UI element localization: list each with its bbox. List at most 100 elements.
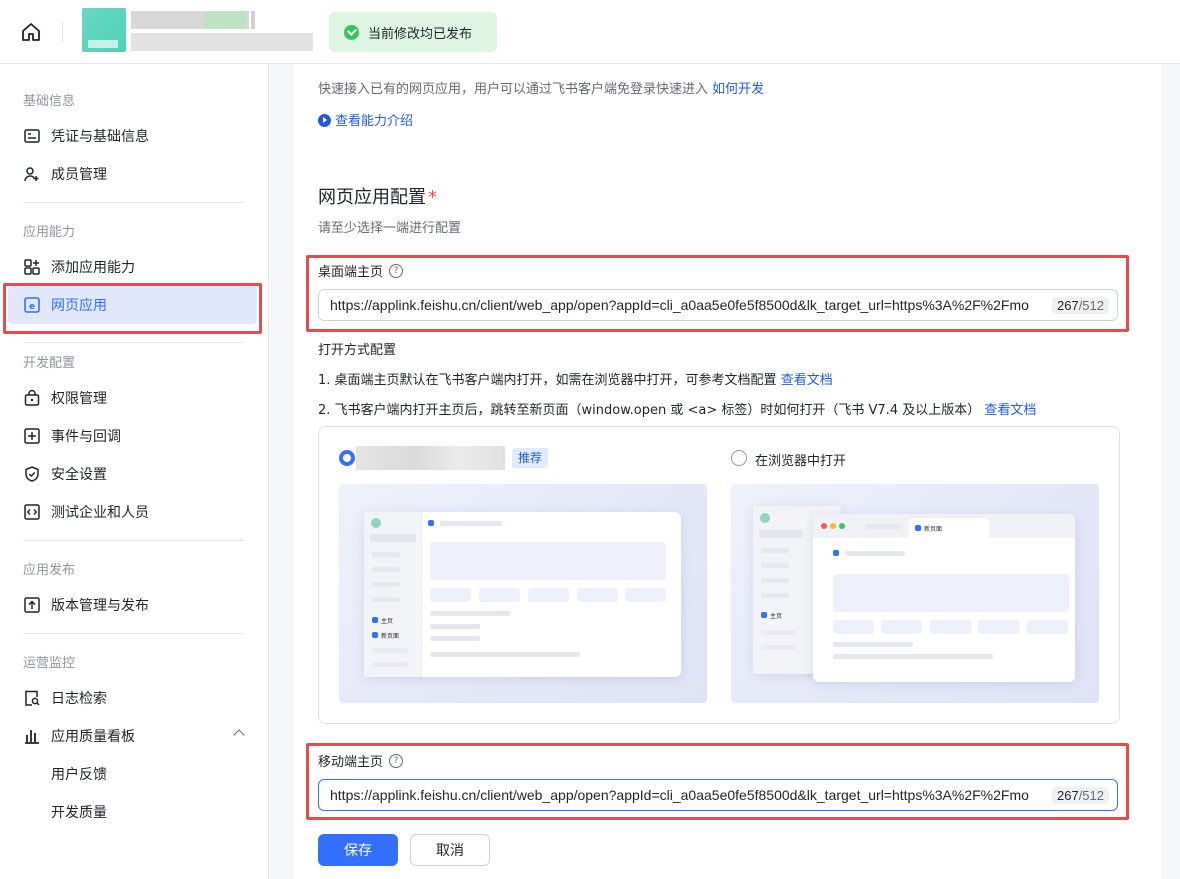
preview-search: [370, 534, 416, 542]
preview-bar: [430, 624, 480, 629]
sidebar-item-permissions[interactable]: 权限管理: [8, 379, 257, 417]
shield-icon: [25, 466, 39, 482]
cancel-button[interactable]: 取消: [410, 834, 490, 866]
preview-bar: [761, 578, 789, 583]
char-counter: 267/512: [1051, 786, 1109, 804]
sidebar-item-label: 事件与回调: [51, 429, 121, 445]
toast-text: 当前修改均已发布: [368, 26, 473, 42]
mobile-home-label: 移动端主页 ?: [318, 751, 404, 770]
check-circle-icon: [344, 24, 359, 40]
view-docs-link[interactable]: 查看文档: [984, 403, 1036, 418]
preview-block: [1027, 620, 1068, 634]
sidebar-item-label: 开发质量: [51, 805, 107, 821]
open-mode-line1: 1. 桌面端主页默认在飞书客户端内打开，如需在浏览器中打开，可参考文档配置 查看…: [318, 369, 833, 388]
sidebar-item-log-search[interactable]: 日志检索: [8, 679, 257, 717]
preview-bar: [372, 662, 408, 667]
preview-bar: [833, 642, 913, 647]
view-docs-link[interactable]: 查看文档: [781, 373, 833, 388]
preview-block: [881, 620, 922, 634]
preview-block: [577, 588, 618, 602]
desktop-home-url-input[interactable]: https://applink.feishu.cn/client/web_app…: [318, 289, 1118, 321]
mobile-home-url-input[interactable]: https://applink.feishu.cn/client/web_app…: [318, 779, 1118, 811]
intro-text: 快速接入已有的网页应用，用户可以通过飞书客户端免登录快速进入 如何开发: [318, 78, 764, 97]
preview-block: [833, 620, 874, 634]
log-search-icon: [25, 690, 40, 706]
app-name-redacted-part: [204, 11, 246, 29]
divider: [23, 633, 244, 634]
mobile-home-label-text: 移动端主页: [318, 755, 384, 770]
desktop-home-label: 桌面端主页 ?: [318, 261, 404, 280]
app-logo: [82, 8, 126, 52]
divider: [23, 342, 244, 343]
preview-block: [430, 542, 666, 580]
radio-open-in-browser[interactable]: [731, 450, 747, 466]
preview-bar: [430, 611, 510, 616]
mobile-home-url-value: https://applink.feishu.cn/client/web_app…: [330, 787, 1029, 803]
divider: [23, 202, 244, 203]
chevron-up-icon[interactable]: [233, 729, 245, 741]
preview-bar: [372, 648, 408, 653]
sidebar-item-label: 网页应用: [51, 298, 107, 314]
view-capability-link[interactable]: 查看能力介绍: [318, 110, 413, 129]
preview-dot: [761, 612, 767, 618]
preview-home-label: 主页: [381, 618, 394, 625]
preview-dot: [372, 617, 378, 623]
how-to-develop-link[interactable]: 如何开发: [712, 82, 764, 97]
preview-bar: [761, 593, 789, 598]
sidebar-item-members[interactable]: 成员管理: [8, 155, 257, 193]
divider: [62, 22, 63, 42]
sidebar-item-security[interactable]: 安全设置: [8, 455, 257, 493]
sidebar-item-label: 安全设置: [51, 467, 107, 483]
help-icon[interactable]: ?: [389, 263, 404, 278]
preview-in-browser: 主页 新页面: [731, 484, 1099, 703]
preview-dot: [428, 520, 434, 526]
window-dot: [821, 523, 827, 529]
publish-status-toast: 当前修改均已发布: [329, 12, 497, 52]
sidebar-item-test-users[interactable]: 测试企业和人员: [8, 493, 257, 531]
open-mode-line2: 2. 飞书客户端内打开主页后，跳转至新页面（window.open 或 <a> …: [318, 399, 1036, 418]
sidebar-item-label: 添加应用能力: [51, 260, 135, 276]
radio-open-in-client[interactable]: [339, 450, 355, 466]
sidebar-item-add-capability[interactable]: 添加应用能力: [8, 248, 257, 286]
section-title-capability: 应用能力: [23, 225, 76, 240]
sidebar-item-label: 权限管理: [51, 391, 107, 407]
preview-block: [479, 588, 520, 602]
sidebar-item-quality-board[interactable]: 应用质量看板: [8, 717, 257, 755]
upload-icon: [24, 597, 40, 613]
desktop-home-label-text: 桌面端主页: [318, 265, 384, 280]
sidebar-item-credentials[interactable]: 凭证与基础信息: [8, 117, 257, 155]
recommended-badge: 推荐: [512, 448, 549, 468]
preview-dot: [372, 632, 378, 638]
char-max: /512: [1078, 297, 1104, 313]
preview-bar: [761, 563, 789, 568]
sidebar-item-user-feedback[interactable]: 用户反馈: [8, 755, 257, 793]
avatar: [371, 518, 381, 528]
preview-block: [978, 620, 1019, 634]
sidebar-item-events[interactable]: 事件与回调: [8, 417, 257, 455]
event-icon: [24, 428, 40, 444]
option-label-redacted: [356, 446, 505, 470]
open-mode-line2-text: 2. 飞书客户端内打开主页后，跳转至新页面（window.open 或 <a> …: [318, 403, 981, 418]
sidebar-item-web-app[interactable]: e 网页应用: [8, 286, 257, 324]
preview-bar: [761, 630, 797, 635]
sidebar-item-dev-quality[interactable]: 开发质量: [8, 793, 257, 831]
option-open-in-browser-label[interactable]: 在浏览器中打开: [755, 450, 846, 469]
top-bar: 当前修改均已发布: [0, 0, 1180, 64]
window-dot: [830, 523, 836, 529]
help-icon[interactable]: ?: [389, 753, 404, 768]
avatar: [760, 513, 770, 523]
credential-icon: [24, 129, 40, 143]
preview-block: [430, 588, 471, 602]
home-icon[interactable]: [20, 21, 42, 43]
content-gutter: [1161, 64, 1180, 879]
preview-block: [528, 588, 569, 602]
browser-window: 新页面: [813, 514, 1075, 682]
open-mode-title: 打开方式配置: [318, 343, 397, 358]
content-gutter: [270, 64, 294, 879]
preview-bar: [865, 524, 901, 529]
char-count: 267: [1056, 787, 1079, 803]
sidebar-item-versions[interactable]: 版本管理与发布: [8, 586, 257, 624]
save-button[interactable]: 保存: [318, 834, 398, 866]
preview-search: [759, 530, 803, 538]
preview-bar: [372, 597, 400, 602]
